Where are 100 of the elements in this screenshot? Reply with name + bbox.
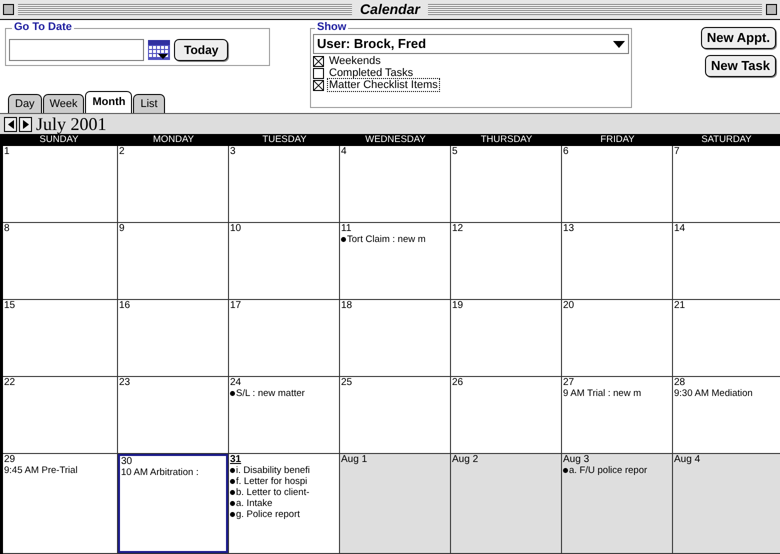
day-cell[interactable]: 15 [3,300,118,377]
bullet-icon [230,479,235,484]
task-entry[interactable]: a. F/U police repor [569,465,648,476]
day-cell[interactable]: 7 [673,146,780,223]
day-cell[interactable]: Aug 4 [673,454,780,554]
day-number: 3 [230,146,236,157]
view-tab[interactable]: Day [8,94,42,113]
day-number: 1 [4,146,10,157]
user-dropdown[interactable]: User: Brock, Fred [313,34,629,54]
day-cell[interactable]: 18 [340,300,451,377]
new-appointment-button[interactable]: New Appt. [700,27,776,49]
date-field[interactable] [9,38,144,60]
day-cell[interactable]: 2 [118,146,229,223]
day-number: 27 [563,377,574,388]
day-cell[interactable]: 30 10 AM Arbitration : [118,454,229,554]
bullet-icon [341,237,346,242]
checkbox-label[interactable]: Completed Tasks [327,66,416,80]
day-cell[interactable]: 25 [340,377,451,454]
zoom-box[interactable] [766,4,778,15]
previous-month-button[interactable] [4,116,17,132]
day-number: 14 [674,223,686,234]
appointment-entry[interactable]: 10 AM Arbitration : [121,467,199,478]
day-cell[interactable]: 13 [562,223,673,300]
day-number: 30 [121,456,132,467]
day-cell[interactable]: 31 i. Disability benefi f. Letter for hospi b. Letter to client- a. Intake g. Police report [229,454,340,554]
day-number: 2 [119,146,125,157]
day-cell[interactable]: 23 [118,377,229,454]
task-entry[interactable]: b. Letter to client- [236,487,310,498]
day-number: 5 [452,146,458,157]
close-box[interactable] [3,4,14,15]
view-tab[interactable]: Week [42,94,84,113]
day-cell[interactable]: Aug 3 a. F/U police repor [562,454,673,554]
day-cell[interactable]: 22 [3,377,118,454]
day-number: Aug 4 [674,454,700,465]
day-number: 24 [230,377,242,388]
new-task-button[interactable]: New Task [704,55,776,77]
day-cell[interactable]: 3 [229,146,340,223]
day-number: Aug 2 [452,454,478,465]
day-cell[interactable]: 29 9:45 AM Pre-Trial [3,454,118,554]
appointment-entry[interactable]: 9 AM Trial : new m [563,388,642,399]
task-entry[interactable]: a. Intake [236,498,272,509]
day-number: 20 [563,300,574,311]
day-cell[interactable]: 12 [451,223,562,300]
next-month-button[interactable] [19,116,32,132]
day-cell[interactable]: 17 [229,300,340,377]
day-cell[interactable]: 28 9:30 AM Mediation [673,377,780,454]
calendar-icon[interactable] [148,40,170,60]
day-number: 6 [563,146,569,157]
day-number: 10 [230,223,242,234]
day-cell[interactable]: 1 [3,146,118,223]
day-number: 9 [119,223,125,234]
day-cell[interactable]: 21 [673,300,780,377]
day-number: 19 [452,300,464,311]
checkbox-label[interactable]: Weekends [327,54,383,68]
day-number: 16 [119,300,130,311]
checkbox-label[interactable]: Matter Checklist Items [327,78,440,92]
task-entry[interactable]: Tort Claim : new m [347,234,426,245]
day-cell[interactable]: Aug 2 [451,454,562,554]
month-title: July 2001 [36,114,107,134]
day-cell[interactable]: 26 [451,377,562,454]
day-cell[interactable]: 10 [229,223,340,300]
day-cell[interactable]: 20 [562,300,673,377]
day-number: Aug 1 [341,454,368,465]
day-number: 21 [674,300,686,311]
day-number: 28 [674,377,686,388]
day-cell[interactable]: 16 [118,300,229,377]
day-cell[interactable]: 11 Tort Claim : new m [340,223,451,300]
weekday-label: SUNDAY [38,134,80,146]
view-tab[interactable]: List [133,94,165,113]
day-number: 11 [341,223,352,234]
day-cell[interactable]: 24 S/L : new matter [229,377,340,454]
checkbox[interactable] [313,68,324,78]
task-entry[interactable]: g. Police report [236,509,300,520]
task-entry[interactable]: i. Disability benefi [236,465,310,476]
weekday-label: MONDAY [152,134,195,146]
day-number: 13 [563,223,574,234]
bullet-icon [230,512,235,517]
day-cell[interactable]: 4 [340,146,451,223]
day-cell[interactable]: 6 [562,146,673,223]
checkbox[interactable] [313,56,324,66]
day-number: 26 [452,377,464,388]
day-cell[interactable]: 14 [673,223,780,300]
weekday-label: TUESDAY [261,134,308,146]
day-cell[interactable]: 8 [3,223,118,300]
appointment-entry[interactable]: 9:30 AM Mediation [674,388,753,399]
day-cell[interactable]: 9 [118,223,229,300]
weekday-label: WEDNESDAY [364,134,427,146]
today-button[interactable]: Today [174,38,228,60]
appointment-entry[interactable]: 9:45 AM Pre-Trial [4,465,78,476]
day-number: Aug 3 [563,454,590,465]
day-cell[interactable]: Aug 1 [340,454,451,554]
day-cell[interactable]: 27 9 AM Trial : new m [562,377,673,454]
left-triangle-icon [8,120,14,128]
checkbox[interactable] [313,80,324,90]
day-cell[interactable]: 5 [451,146,562,223]
task-entry[interactable]: f. Letter for hospi [236,476,308,487]
day-number: 23 [119,377,130,388]
day-cell[interactable]: 19 [451,300,562,377]
task-entry[interactable]: S/L : new matter [236,388,305,399]
view-tab[interactable]: Month [85,91,132,113]
